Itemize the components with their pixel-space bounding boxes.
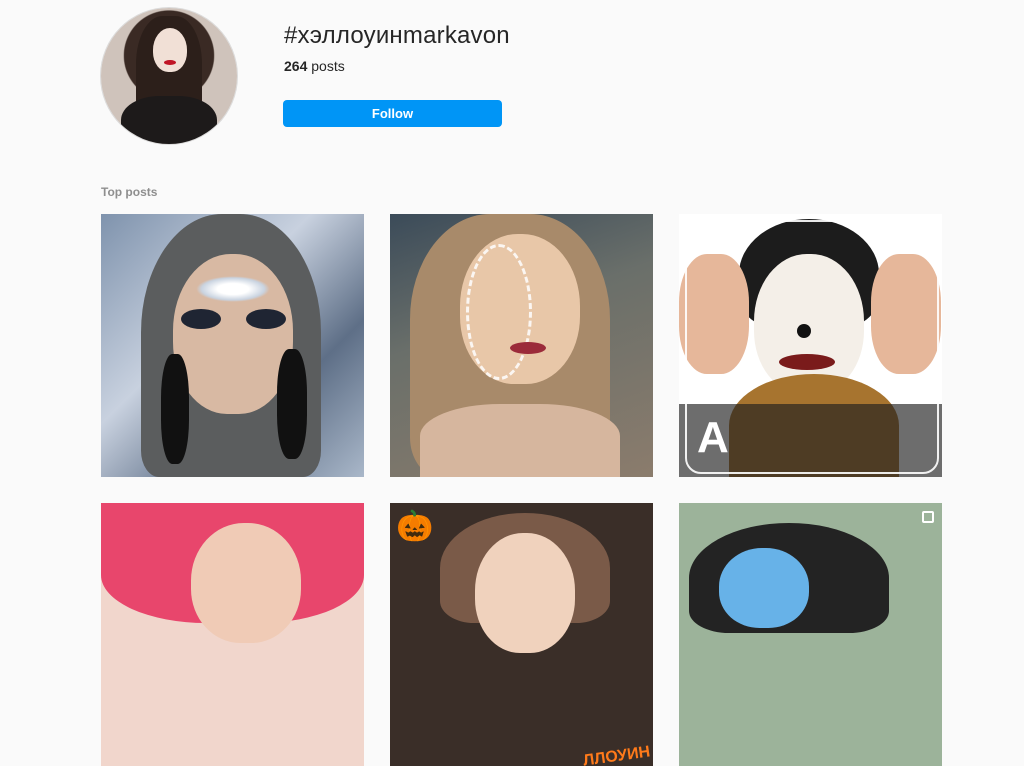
post-clown-makeup[interactable]: A	[679, 214, 942, 477]
face	[475, 533, 575, 653]
left-hand	[161, 354, 189, 464]
right-eye	[246, 309, 286, 329]
posts-count: 264 posts	[284, 58, 345, 74]
multiple-photos-icon	[922, 511, 934, 523]
posts-count-label: posts	[311, 58, 345, 74]
shoulders	[420, 404, 620, 477]
overlay-letter: A	[697, 413, 729, 462]
pumpkin-icon: 🎃	[396, 510, 434, 543]
top-posts-heading: Top posts	[101, 185, 158, 199]
hashtag-avatar	[101, 8, 237, 144]
post-blue-face-makeup[interactable]	[679, 503, 942, 766]
posts-count-value: 264	[284, 58, 308, 74]
skull-paint	[466, 244, 532, 380]
crystal-jewels	[196, 276, 270, 302]
left-eye	[181, 309, 221, 329]
avatar-body	[121, 96, 217, 144]
avatar-face	[153, 28, 187, 72]
post-pink-hair-makeup[interactable]	[101, 503, 364, 766]
lips	[510, 342, 546, 354]
post-sugar-skull-makeup[interactable]	[390, 214, 653, 477]
right-hand	[277, 349, 307, 459]
page-title: #хэллоуинmarkavon	[284, 22, 510, 49]
multiple-photos-icon	[922, 222, 934, 234]
follow-button[interactable]: Follow	[283, 100, 502, 127]
face	[191, 523, 301, 643]
post-pumpkin-makeup[interactable]: 🎃 ЛЛОУИН	[390, 503, 653, 766]
face	[719, 548, 809, 628]
post-glam-crystal-makeup[interactable]	[101, 214, 364, 477]
post-caption: ЛЛОУИН	[582, 743, 652, 766]
avatar-lips	[164, 60, 176, 65]
